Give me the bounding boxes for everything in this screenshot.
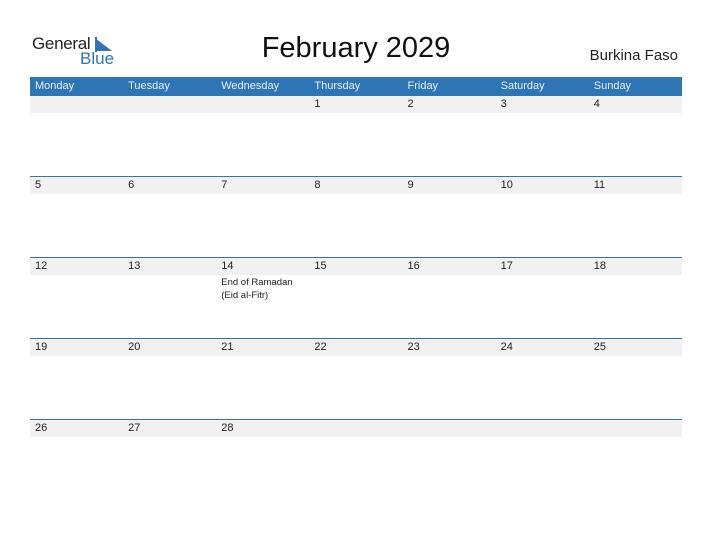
day-number: 10	[500, 179, 513, 191]
week-row: 1 2 3 4	[30, 96, 682, 177]
day-cell: 14 End of Ramadan (Eid al-Fitr)	[216, 258, 309, 302]
day-number: 27	[128, 422, 141, 434]
day-cell: 23	[403, 339, 496, 356]
day-number: 15	[314, 260, 327, 272]
day-number: 21	[221, 341, 234, 353]
day-number: 25	[593, 341, 606, 353]
country-name: Burkina Faso	[589, 47, 678, 64]
day-cell: 19	[30, 339, 123, 356]
day-cell: 15	[309, 258, 402, 302]
day-number: 20	[128, 341, 141, 353]
day-number	[501, 420, 589, 437]
day-number: 2	[407, 98, 414, 110]
day-cell: 9	[403, 177, 496, 194]
day-number: 19	[35, 341, 48, 353]
day-cell: 13	[123, 258, 216, 302]
day-cell: 2	[403, 96, 496, 113]
weekday-saturday: Saturday	[500, 80, 545, 92]
weekday-tuesday: Tuesday	[128, 80, 170, 92]
day-number: 8	[314, 179, 321, 191]
day-cell	[30, 96, 123, 113]
day-number: 9	[407, 179, 414, 191]
day-cell	[589, 420, 682, 437]
week-row: 19 20 21 22 23 24 25	[30, 338, 682, 420]
day-cell: 22	[309, 339, 402, 356]
day-number: 16	[407, 260, 420, 272]
weekday-monday: Monday	[35, 80, 75, 92]
day-cell: 12	[30, 258, 123, 302]
day-cell: 7	[216, 177, 309, 194]
day-cell: 18	[589, 258, 682, 302]
day-number: 22	[314, 341, 327, 353]
day-cell: 27	[123, 420, 216, 437]
week-cells: 12 13 14 End of Ramadan (Eid al-Fitr) 15 16 17…	[30, 258, 682, 302]
day-number: 7	[221, 179, 228, 191]
day-cell: 6	[123, 177, 216, 194]
weekday-sunday: Sunday	[593, 80, 632, 92]
day-number: 11	[593, 179, 606, 191]
day-number: 28	[221, 422, 234, 434]
day-cell: 25	[589, 339, 682, 356]
week-cells: 19 20 21 22 23 24 25	[30, 339, 682, 356]
week-row: 12 13 14 End of Ramadan (Eid al-Fitr) 15 16 17…	[30, 257, 682, 339]
day-cell: 10	[496, 177, 589, 194]
weekday-thursday: Thursday	[314, 80, 361, 92]
day-number: 26	[35, 422, 48, 434]
day-number: 14	[221, 260, 234, 272]
day-number	[128, 96, 216, 113]
week-row: 5 6 7 8 9 10 11	[30, 176, 682, 258]
holiday-event: End of Ramadan (Eid al-Fitr)	[221, 277, 293, 301]
week-cells: 26 27 28	[30, 420, 682, 437]
weekday-wednesday: Wednesday	[221, 80, 280, 92]
weekday-header: Monday Tuesday Wednesday Thursday Friday…	[30, 77, 682, 96]
day-number: 23	[407, 341, 420, 353]
day-number: 12	[35, 260, 48, 272]
day-cell	[496, 420, 589, 437]
day-number	[408, 420, 496, 437]
day-cell: 24	[496, 339, 589, 356]
day-cell: 3	[496, 96, 589, 113]
day-cell: 28	[216, 420, 309, 437]
day-cell: 4	[589, 96, 682, 113]
day-cell: 26	[30, 420, 123, 437]
day-number: 4	[593, 98, 600, 110]
week-row: 26 27 28	[30, 419, 682, 501]
day-number: 5	[35, 179, 42, 191]
day-cell: 1	[309, 96, 402, 113]
day-cell: 17	[496, 258, 589, 302]
day-cell: 20	[123, 339, 216, 356]
day-number: 3	[500, 98, 507, 110]
day-number: 18	[593, 260, 606, 272]
day-number	[314, 420, 402, 437]
day-cell: 8	[309, 177, 402, 194]
day-cell: 21	[216, 339, 309, 356]
week-cells: 5 6 7 8 9 10 11	[30, 177, 682, 194]
week-cells: 1 2 3 4	[30, 96, 682, 113]
day-number	[594, 420, 682, 437]
day-number: 24	[500, 341, 513, 353]
day-cell: 16	[403, 258, 496, 302]
day-cell	[123, 96, 216, 113]
day-number	[221, 96, 309, 113]
day-number: 17	[500, 260, 513, 272]
weekday-friday: Friday	[407, 80, 439, 92]
day-number: 13	[128, 260, 141, 272]
day-cell	[403, 420, 496, 437]
day-cell	[309, 420, 402, 437]
day-cell: 11	[589, 177, 682, 194]
day-number: 6	[128, 179, 135, 191]
day-cell: 5	[30, 177, 123, 194]
day-number	[35, 96, 123, 113]
day-number: 1	[314, 98, 321, 110]
day-cell	[216, 96, 309, 113]
